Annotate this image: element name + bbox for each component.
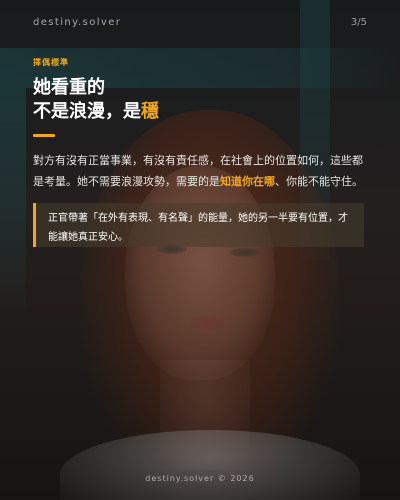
footer-copyright: destiny.solver © 2026 <box>145 474 255 483</box>
section-tag: 擇偶標準 <box>33 58 69 67</box>
page-indicator: 3/5 <box>350 17 367 28</box>
brand-handle: destiny.solver <box>33 17 122 28</box>
headline-highlight: 穩 <box>141 101 159 122</box>
body-text-part-2: 、你能不能守住。 <box>275 175 363 188</box>
headline-line-1: 她看重的 <box>33 77 105 98</box>
headline: 她看重的 不是浪漫，是穩 <box>33 76 159 124</box>
callout-text: 正官帶著「在外有表現、有名聲」的能量，她的另一半要有位置，才能讓她真正安心。 <box>48 213 348 243</box>
body-highlight: 知道你在哪 <box>220 175 275 188</box>
background-dark-overlay <box>0 0 400 500</box>
quote-callout: 正官帶著「在外有表現、有名聲」的能量，她的另一半要有位置，才能讓她真正安心。 <box>33 203 364 247</box>
body-paragraph: 對方有沒有正當事業，有沒有責任感，在社會上的位置如何，這些都是考量。她不需要浪漫… <box>33 150 368 192</box>
headline-line-2-text: 不是浪漫，是 <box>33 101 141 122</box>
story-card: destiny.solver 3/5 擇偶標準 她看重的 不是浪漫，是穩 對方有… <box>0 0 400 500</box>
headline-line-2: 不是浪漫，是穩 <box>33 100 159 124</box>
accent-divider <box>33 134 55 137</box>
